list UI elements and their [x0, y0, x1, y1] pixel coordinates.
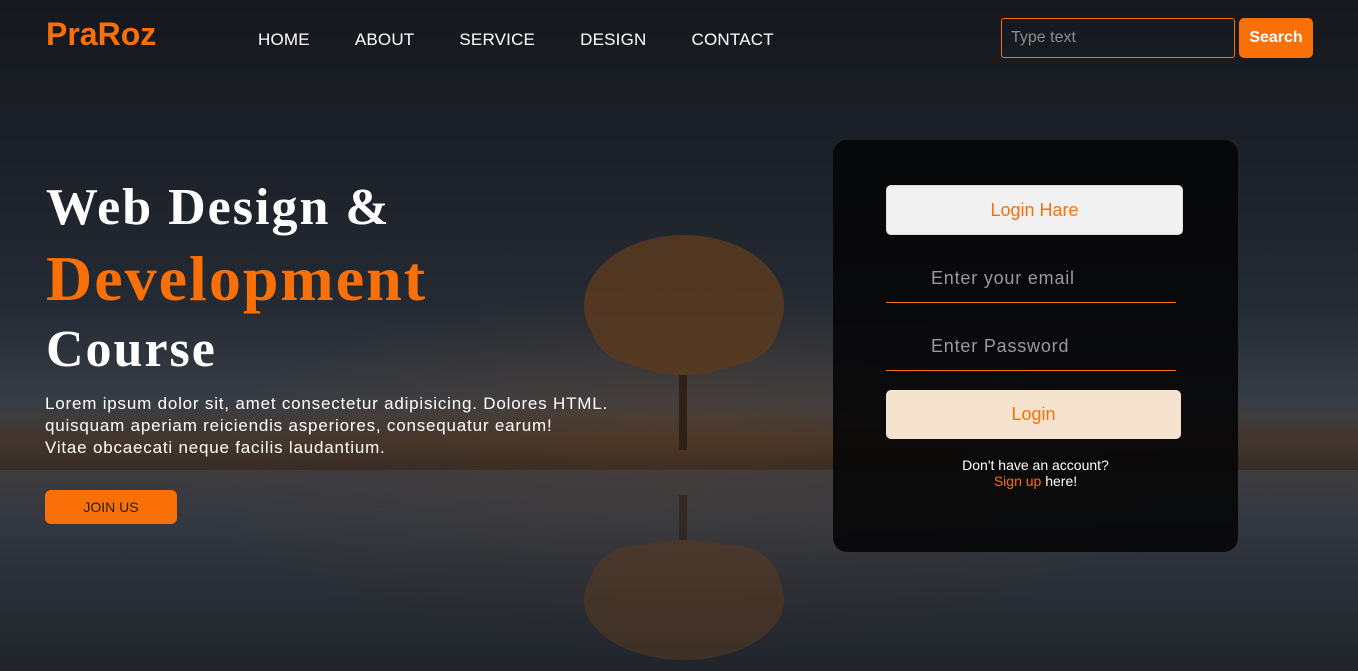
search-input[interactable]: [1001, 18, 1235, 58]
password-field[interactable]: [886, 323, 1176, 371]
hero-description: Lorem ipsum dolor sit, amet consectetur …: [45, 393, 685, 459]
signup-prompt: Don't have an account? Sign up here!: [833, 457, 1238, 489]
hero-description-line: quisquam aperiam reiciendis asperiores, …: [45, 416, 553, 435]
hero-description-line: Lorem ipsum dolor sit, amet consectetur …: [45, 394, 608, 413]
hero-title-line1: Web Design &: [46, 179, 391, 236]
signup-suffix: here!: [1041, 473, 1078, 489]
main-nav: HOME ABOUT SERVICE DESIGN CONTACT: [258, 30, 774, 50]
nav-item-contact[interactable]: CONTACT: [692, 30, 774, 50]
login-card: Login Hare Login Don't have an account? …: [833, 140, 1238, 552]
signup-question: Don't have an account?: [962, 457, 1109, 473]
search-button[interactable]: Search: [1239, 18, 1313, 58]
hero-title: Web Design & Development Course: [46, 175, 427, 383]
nav-item-about[interactable]: ABOUT: [355, 30, 415, 50]
hero-description-line: Vitae obcaecati neque facilis laudantium…: [45, 438, 386, 457]
nav-item-design[interactable]: DESIGN: [580, 30, 646, 50]
login-button[interactable]: Login: [886, 390, 1181, 439]
signup-line: Sign up here!: [833, 473, 1238, 489]
login-card-header: Login Hare: [886, 185, 1183, 235]
nav-item-service[interactable]: SERVICE: [459, 30, 535, 50]
signup-link[interactable]: Sign up: [994, 473, 1041, 489]
join-us-button[interactable]: JOIN US: [45, 490, 177, 524]
brand-logo[interactable]: PraRoz: [46, 16, 156, 53]
hero-title-line3: Course: [46, 321, 217, 378]
nav-item-home[interactable]: HOME: [258, 30, 310, 50]
email-field[interactable]: [886, 255, 1176, 303]
hero-title-highlight: Development: [46, 243, 428, 314]
